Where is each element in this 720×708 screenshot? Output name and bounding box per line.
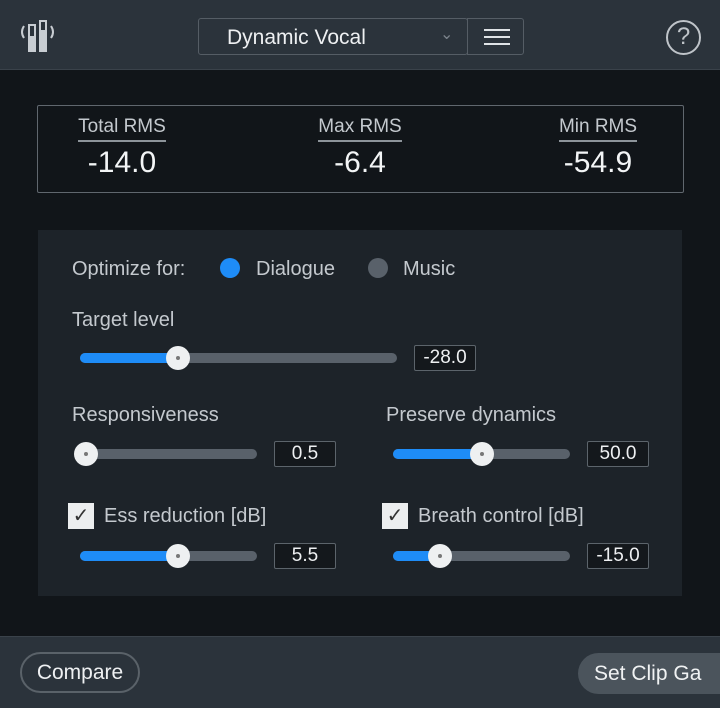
set-clip-gain-button[interactable]: Set Clip Ga — [578, 653, 720, 694]
meter-bars-icon — [21, 20, 54, 52]
ess-reduction-slider[interactable] — [80, 544, 257, 568]
metric-max-rms: Max RMS -6.4 — [310, 116, 410, 180]
rms-metrics: Total RMS -14.0 Max RMS -6.4 Min RMS -54.9 — [37, 105, 684, 193]
hamburger-icon[interactable] — [467, 18, 524, 55]
metric-label: Total RMS — [78, 116, 166, 142]
ess-reduction-label: Ess reduction [dB] — [104, 505, 267, 527]
preserve-dynamics-slider[interactable] — [393, 442, 570, 466]
metric-label: Min RMS — [558, 116, 638, 142]
metric-min-rms: Min RMS -54.9 — [548, 116, 648, 180]
preset-dropdown[interactable]: Dynamic Vocal — [198, 18, 468, 55]
slider-thumb[interactable] — [165, 346, 190, 370]
preserve-dynamics-value[interactable]: 50.0 — [587, 441, 649, 467]
target-level-label: Target level — [72, 309, 175, 331]
metric-value: -6.4 — [334, 146, 386, 179]
breath-control-value[interactable]: -15.0 — [587, 543, 649, 569]
compare-button[interactable]: Compare — [20, 652, 140, 693]
metric-value: -14.0 — [87, 146, 157, 179]
slider-thumb[interactable] — [74, 442, 98, 466]
radio-dialogue[interactable] — [220, 258, 240, 278]
preserve-dynamics-label: Preserve dynamics — [386, 404, 557, 426]
slider-thumb[interactable] — [469, 442, 494, 466]
chevron-down-icon[interactable]: ⌄ — [440, 24, 453, 44]
target-level-slider[interactable] — [80, 346, 397, 370]
breath-control-checkbox[interactable]: ✓ — [382, 503, 408, 529]
breath-control-label: Breath control [dB] — [418, 505, 584, 527]
ess-reduction-checkbox[interactable]: ✓ — [68, 503, 94, 529]
metric-label: Max RMS — [318, 116, 402, 142]
metric-total-rms: Total RMS -14.0 — [72, 116, 172, 180]
ess-reduction-value[interactable]: 5.5 — [274, 543, 336, 569]
metric-value: -54.9 — [563, 146, 633, 179]
breath-control-slider[interactable] — [393, 544, 570, 568]
target-level-value[interactable]: -28.0 — [414, 345, 476, 371]
radio-dialogue-label[interactable]: Dialogue — [256, 258, 335, 281]
question-icon[interactable]: ? — [666, 20, 701, 55]
responsiveness-slider[interactable] — [74, 442, 257, 466]
responsiveness-label: Responsiveness — [72, 404, 219, 426]
radio-music-label[interactable]: Music — [403, 258, 455, 281]
optimize-label: Optimize for: — [72, 258, 186, 280]
radio-music[interactable] — [368, 258, 388, 278]
responsiveness-value[interactable]: 0.5 — [274, 441, 336, 467]
